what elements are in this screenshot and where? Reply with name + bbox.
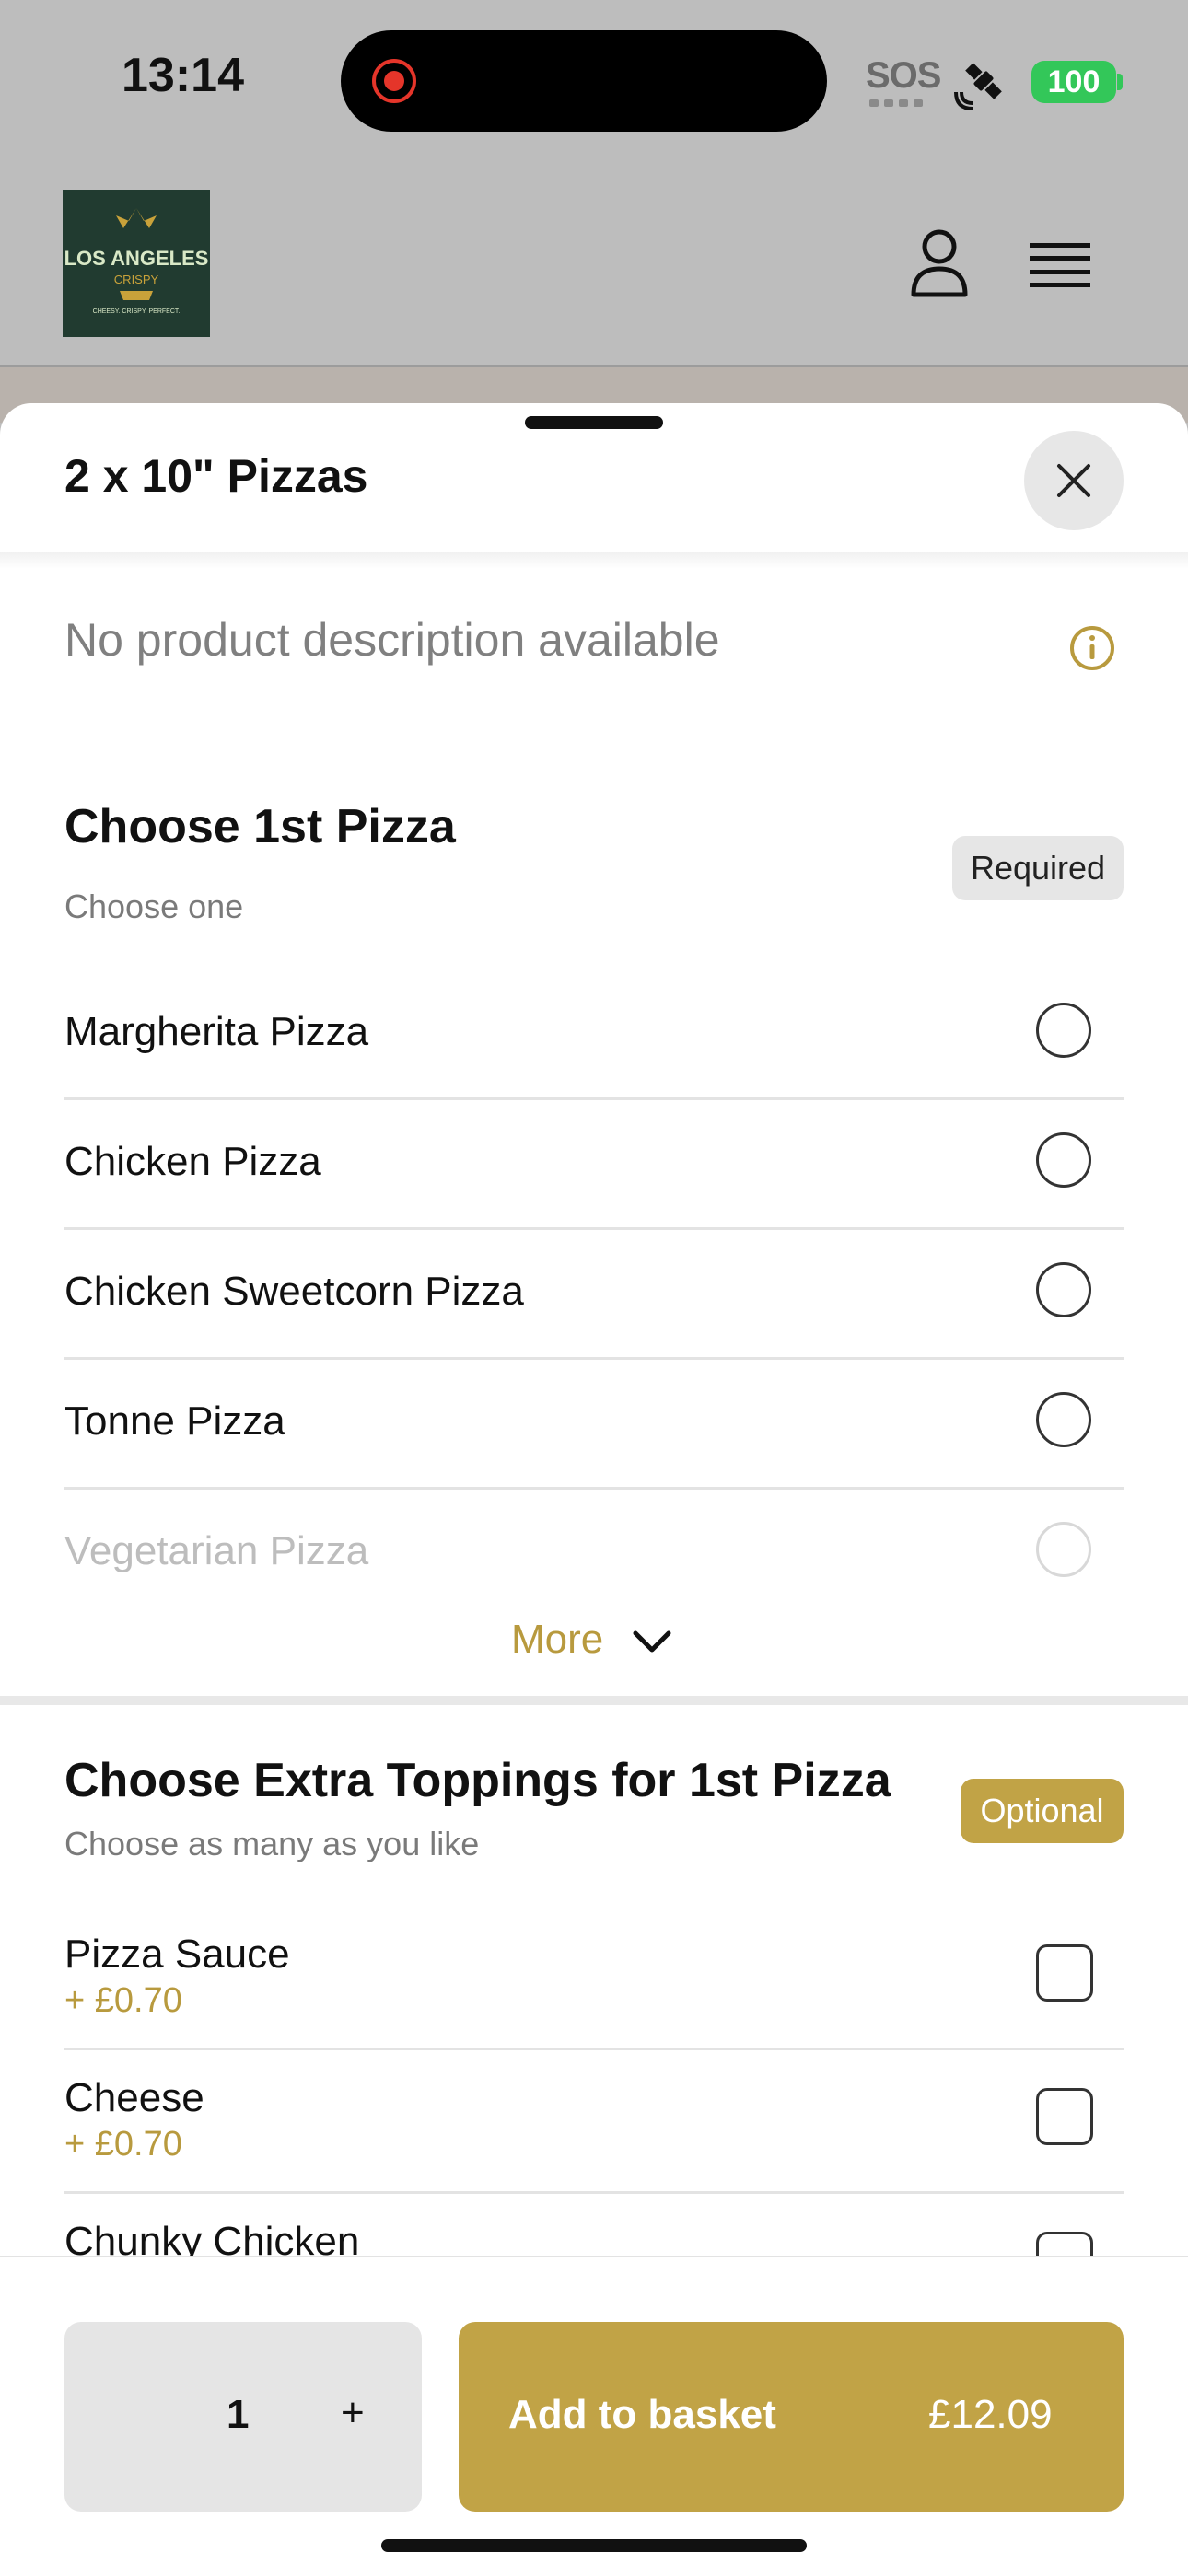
more-button[interactable]: More (511, 1617, 603, 1663)
close-button[interactable] (1024, 431, 1124, 530)
quantity-value: 1 (227, 2392, 250, 2437)
svg-text:CHEESY. CRISPY. PERFECT.: CHEESY. CRISPY. PERFECT. (93, 308, 181, 315)
option-row[interactable]: Chicken Pizza (64, 1098, 1124, 1230)
topping-price: + £0.70 (64, 2125, 182, 2164)
restaurant-logo[interactable]: LOS ANGELES CRISPY CHEESY. CRISPY. PERFE… (63, 190, 210, 337)
sheet-grabber[interactable] (525, 416, 663, 429)
option-row[interactable]: Chicken Sweetcorn Pizza (64, 1228, 1124, 1360)
topping-name: Pizza Sauce (64, 1932, 290, 1977)
radio-button[interactable] (1036, 1262, 1091, 1317)
battery-icon: 100 (1031, 61, 1116, 103)
topping-price: + £0.70 (64, 1981, 182, 2020)
option-label: Margherita Pizza (64, 1009, 369, 1054)
section-subtitle-extra-toppings: Choose as many as you like (64, 1825, 480, 1862)
section-title-1st-pizza: Choose 1st Pizza (64, 800, 456, 853)
option-label: Chicken Pizza (64, 1139, 321, 1184)
topping-row[interactable]: Pizza Sauce + £0.70 (64, 1904, 1124, 2050)
topping-name: Cheese (64, 2075, 204, 2120)
svg-text:CRISPY: CRISPY (114, 273, 159, 286)
product-description: No product description available (64, 614, 720, 666)
option-label: Vegetarian Pizza (64, 1528, 369, 1573)
required-badge: Required (952, 836, 1124, 900)
add-to-basket-label: Add to basket (508, 2392, 776, 2437)
status-time: 13:14 (122, 49, 244, 102)
battery-tip (1117, 74, 1123, 90)
product-title: 2 x 10" Pizzas (64, 450, 368, 502)
section-subtitle-1st-pizza: Choose one (64, 888, 244, 925)
signal-dots-icon (869, 99, 923, 107)
title-bar-shadow (0, 552, 1188, 569)
checkbox[interactable] (1036, 1944, 1093, 2002)
satellite-icon (954, 63, 1002, 110)
user-icon[interactable] (908, 228, 971, 298)
logo-graphic: LOS ANGELES CRISPY CHEESY. CRISPY. PERFE… (63, 190, 210, 337)
option-label: Tonne Pizza (64, 1398, 285, 1444)
section-divider (0, 1696, 1188, 1705)
chevron-down-icon[interactable] (632, 1628, 672, 1655)
section-title-extra-toppings: Choose Extra Toppings for 1st Pizza (64, 1754, 891, 1807)
radio-button[interactable] (1036, 1132, 1091, 1188)
info-icon[interactable] (1068, 624, 1116, 672)
basket-total-price: £12.09 (928, 2392, 1053, 2437)
option-row[interactable]: Margherita Pizza (64, 969, 1124, 1100)
option-row[interactable]: Vegetarian Pizza (64, 1488, 1124, 1617)
svg-text:LOS ANGELES: LOS ANGELES (64, 247, 209, 270)
home-indicator[interactable] (381, 2539, 807, 2552)
option-label: Chicken Sweetcorn Pizza (64, 1269, 524, 1314)
menu-icon[interactable] (1030, 241, 1090, 289)
radio-button[interactable] (1036, 1392, 1091, 1447)
radio-button[interactable] (1036, 1003, 1091, 1058)
quantity-plus-button[interactable]: + (341, 2390, 365, 2436)
recording-indicator-icon (372, 59, 416, 103)
option-row[interactable]: Tonne Pizza (64, 1358, 1124, 1490)
topping-row[interactable]: Cheese + £0.70 (64, 2048, 1124, 2194)
close-icon (1057, 464, 1090, 497)
optional-badge: Optional (961, 1779, 1124, 1843)
radio-button[interactable] (1036, 1522, 1091, 1577)
sos-label: SOS (866, 55, 941, 96)
checkbox[interactable] (1036, 2088, 1093, 2145)
